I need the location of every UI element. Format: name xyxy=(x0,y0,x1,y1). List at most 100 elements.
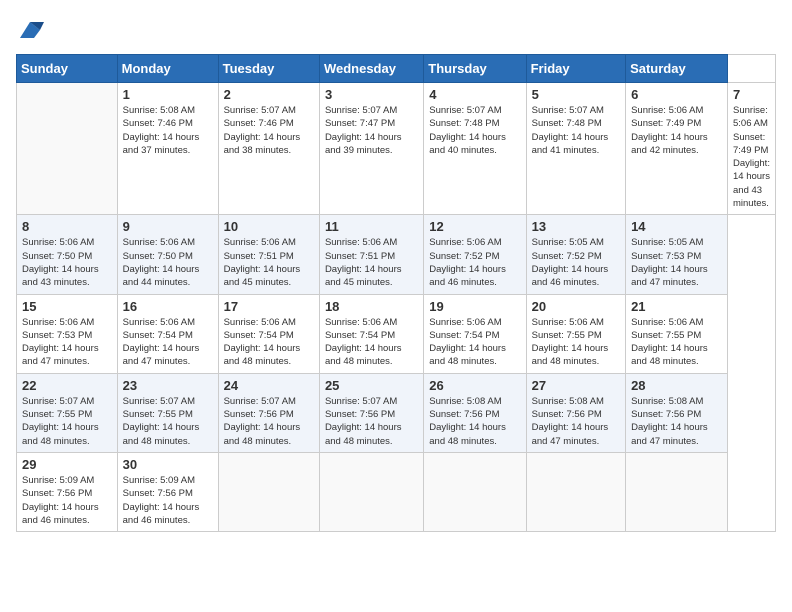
calendar-cell: 10 Sunrise: 5:06 AM Sunset: 7:51 PM Dayli… xyxy=(218,215,319,294)
day-info: Sunrise: 5:06 AM Sunset: 7:50 PM Dayligh… xyxy=(123,236,213,289)
day-number: 18 xyxy=(325,299,418,314)
day-number: 21 xyxy=(631,299,722,314)
day-info: Sunrise: 5:08 AM Sunset: 7:46 PM Dayligh… xyxy=(123,104,213,157)
day-number: 22 xyxy=(22,378,112,393)
day-info: Sunrise: 5:07 AM Sunset: 7:55 PM Dayligh… xyxy=(123,395,213,448)
day-info: Sunrise: 5:09 AM Sunset: 7:56 PM Dayligh… xyxy=(22,474,112,527)
calendar-table: SundayMondayTuesdayWednesdayThursdayFrid… xyxy=(16,54,776,532)
day-info: Sunrise: 5:06 AM Sunset: 7:49 PM Dayligh… xyxy=(733,104,770,210)
calendar-cell xyxy=(218,452,319,531)
calendar-cell xyxy=(626,452,728,531)
day-info: Sunrise: 5:06 AM Sunset: 7:54 PM Dayligh… xyxy=(224,316,314,369)
day-info: Sunrise: 5:06 AM Sunset: 7:55 PM Dayligh… xyxy=(532,316,620,369)
day-number: 19 xyxy=(429,299,520,314)
day-info: Sunrise: 5:05 AM Sunset: 7:52 PM Dayligh… xyxy=(532,236,620,289)
day-number: 23 xyxy=(123,378,213,393)
day-info: Sunrise: 5:07 AM Sunset: 7:56 PM Dayligh… xyxy=(224,395,314,448)
day-number: 17 xyxy=(224,299,314,314)
day-info: Sunrise: 5:06 AM Sunset: 7:51 PM Dayligh… xyxy=(325,236,418,289)
day-number: 5 xyxy=(532,87,620,102)
day-number: 6 xyxy=(631,87,722,102)
calendar-cell: 13 Sunrise: 5:05 AM Sunset: 7:52 PM Dayli… xyxy=(526,215,625,294)
day-info: Sunrise: 5:06 AM Sunset: 7:54 PM Dayligh… xyxy=(429,316,520,369)
calendar-cell xyxy=(319,452,423,531)
day-number: 26 xyxy=(429,378,520,393)
calendar-cell xyxy=(424,452,526,531)
logo-icon xyxy=(16,16,44,44)
weekday-header: Wednesday xyxy=(319,55,423,83)
calendar-cell: 11 Sunrise: 5:06 AM Sunset: 7:51 PM Dayli… xyxy=(319,215,423,294)
day-number: 28 xyxy=(631,378,722,393)
calendar-cell: 30 Sunrise: 5:09 AM Sunset: 7:56 PM Dayli… xyxy=(117,452,218,531)
day-number: 8 xyxy=(22,219,112,234)
day-number: 3 xyxy=(325,87,418,102)
calendar-cell: 19 Sunrise: 5:06 AM Sunset: 7:54 PM Dayli… xyxy=(424,294,526,373)
calendar-cell: 25 Sunrise: 5:07 AM Sunset: 7:56 PM Dayli… xyxy=(319,373,423,452)
day-info: Sunrise: 5:06 AM Sunset: 7:51 PM Dayligh… xyxy=(224,236,314,289)
day-info: Sunrise: 5:08 AM Sunset: 7:56 PM Dayligh… xyxy=(631,395,722,448)
calendar-week-row: 22 Sunrise: 5:07 AM Sunset: 7:55 PM Dayli… xyxy=(17,373,776,452)
day-number: 20 xyxy=(532,299,620,314)
calendar-cell xyxy=(526,452,625,531)
calendar-cell xyxy=(17,83,118,215)
day-info: Sunrise: 5:05 AM Sunset: 7:53 PM Dayligh… xyxy=(631,236,722,289)
day-info: Sunrise: 5:09 AM Sunset: 7:56 PM Dayligh… xyxy=(123,474,213,527)
day-info: Sunrise: 5:06 AM Sunset: 7:49 PM Dayligh… xyxy=(631,104,722,157)
calendar-cell: 20 Sunrise: 5:06 AM Sunset: 7:55 PM Dayli… xyxy=(526,294,625,373)
day-number: 16 xyxy=(123,299,213,314)
day-info: Sunrise: 5:07 AM Sunset: 7:55 PM Dayligh… xyxy=(22,395,112,448)
calendar-cell: 6 Sunrise: 5:06 AM Sunset: 7:49 PM Daylig… xyxy=(626,83,728,215)
weekday-header: Saturday xyxy=(626,55,728,83)
calendar-week-row: 1Sunrise: 5:08 AM Sunset: 7:46 PM Daylig… xyxy=(17,83,776,215)
day-info: Sunrise: 5:07 AM Sunset: 7:56 PM Dayligh… xyxy=(325,395,418,448)
day-number: 7 xyxy=(733,87,770,102)
calendar-week-row: 8 Sunrise: 5:06 AM Sunset: 7:50 PM Daylig… xyxy=(17,215,776,294)
calendar-cell: 27 Sunrise: 5:08 AM Sunset: 7:56 PM Dayli… xyxy=(526,373,625,452)
day-number: 12 xyxy=(429,219,520,234)
day-number: 24 xyxy=(224,378,314,393)
day-info: Sunrise: 5:06 AM Sunset: 7:54 PM Dayligh… xyxy=(123,316,213,369)
day-number: 11 xyxy=(325,219,418,234)
calendar-cell: 15 Sunrise: 5:06 AM Sunset: 7:53 PM Dayli… xyxy=(17,294,118,373)
calendar-cell: 24 Sunrise: 5:07 AM Sunset: 7:56 PM Dayli… xyxy=(218,373,319,452)
day-info: Sunrise: 5:07 AM Sunset: 7:46 PM Dayligh… xyxy=(224,104,314,157)
calendar-cell: 17 Sunrise: 5:06 AM Sunset: 7:54 PM Dayli… xyxy=(218,294,319,373)
weekday-header-row: SundayMondayTuesdayWednesdayThursdayFrid… xyxy=(17,55,776,83)
day-number: 2 xyxy=(224,87,314,102)
calendar-cell: 2 Sunrise: 5:07 AM Sunset: 7:46 PM Daylig… xyxy=(218,83,319,215)
calendar-cell: 14 Sunrise: 5:05 AM Sunset: 7:53 PM Dayli… xyxy=(626,215,728,294)
calendar-cell: 12Sunrise: 5:06 AM Sunset: 7:52 PM Dayli… xyxy=(424,215,526,294)
day-number: 10 xyxy=(224,219,314,234)
weekday-header: Sunday xyxy=(17,55,118,83)
calendar-cell: 16 Sunrise: 5:06 AM Sunset: 7:54 PM Dayli… xyxy=(117,294,218,373)
calendar-cell: 5Sunrise: 5:07 AM Sunset: 7:48 PM Daylig… xyxy=(526,83,625,215)
day-info: Sunrise: 5:06 AM Sunset: 7:50 PM Dayligh… xyxy=(22,236,112,289)
calendar-cell: 26 Sunrise: 5:08 AM Sunset: 7:56 PM Dayli… xyxy=(424,373,526,452)
day-number: 13 xyxy=(532,219,620,234)
day-number: 29 xyxy=(22,457,112,472)
day-info: Sunrise: 5:06 AM Sunset: 7:53 PM Dayligh… xyxy=(22,316,112,369)
calendar-cell: 4 Sunrise: 5:07 AM Sunset: 7:48 PM Daylig… xyxy=(424,83,526,215)
day-info: Sunrise: 5:06 AM Sunset: 7:54 PM Dayligh… xyxy=(325,316,418,369)
calendar-cell: 8 Sunrise: 5:06 AM Sunset: 7:50 PM Daylig… xyxy=(17,215,118,294)
calendar-cell: 1Sunrise: 5:08 AM Sunset: 7:46 PM Daylig… xyxy=(117,83,218,215)
calendar-cell: 28 Sunrise: 5:08 AM Sunset: 7:56 PM Dayli… xyxy=(626,373,728,452)
calendar-week-row: 29 Sunrise: 5:09 AM Sunset: 7:56 PM Dayli… xyxy=(17,452,776,531)
weekday-header: Monday xyxy=(117,55,218,83)
logo xyxy=(16,16,48,44)
calendar-cell: 22 Sunrise: 5:07 AM Sunset: 7:55 PM Dayli… xyxy=(17,373,118,452)
day-number: 27 xyxy=(532,378,620,393)
day-number: 14 xyxy=(631,219,722,234)
day-number: 30 xyxy=(123,457,213,472)
calendar-cell: 29 Sunrise: 5:09 AM Sunset: 7:56 PM Dayli… xyxy=(17,452,118,531)
weekday-header: Tuesday xyxy=(218,55,319,83)
day-info: Sunrise: 5:08 AM Sunset: 7:56 PM Dayligh… xyxy=(429,395,520,448)
day-info: Sunrise: 5:07 AM Sunset: 7:48 PM Dayligh… xyxy=(429,104,520,157)
day-number: 15 xyxy=(22,299,112,314)
calendar-cell: 23 Sunrise: 5:07 AM Sunset: 7:55 PM Dayli… xyxy=(117,373,218,452)
day-info: Sunrise: 5:08 AM Sunset: 7:56 PM Dayligh… xyxy=(532,395,620,448)
day-number: 25 xyxy=(325,378,418,393)
weekday-header: Friday xyxy=(526,55,625,83)
day-number: 4 xyxy=(429,87,520,102)
calendar-cell: 18 Sunrise: 5:06 AM Sunset: 7:54 PM Dayli… xyxy=(319,294,423,373)
